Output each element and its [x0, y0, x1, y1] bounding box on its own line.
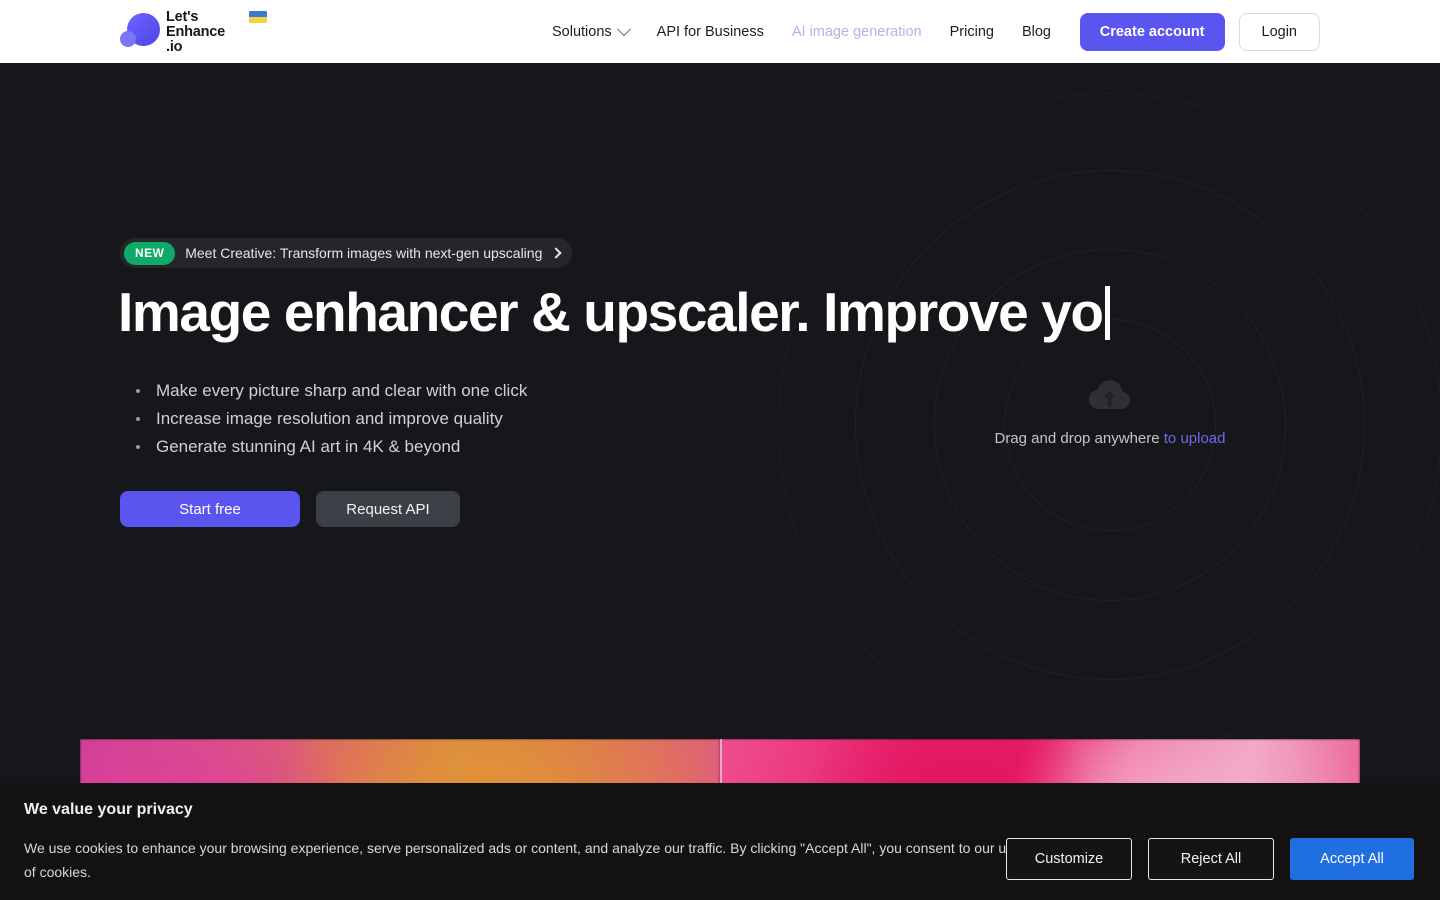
login-button[interactable]: Login: [1238, 12, 1320, 51]
headline-part-1: Image enhancer & upscaler.: [118, 281, 811, 343]
logo-wordmark: Let's Enhance .io: [166, 9, 267, 55]
nav-label-pricing: Pricing: [949, 23, 994, 40]
logo-line-2: Enhance: [166, 24, 226, 40]
nav-item-ai-image-generation[interactable]: AI image generation: [792, 24, 922, 40]
nav-label-ai-image-generation: AI image generation: [791, 23, 922, 40]
dropzone-label: Drag and drop anywhere: [994, 430, 1160, 447]
request-api-button[interactable]: Request API: [316, 491, 460, 527]
main-navigation: Solutions API for Business AI image gene…: [552, 0, 1079, 63]
nav-label-api-for-business: API for Business: [656, 23, 764, 40]
list-item: Increase image resolution and improve qu…: [130, 405, 527, 433]
page-title: Image enhancer & upscaler. Improve yo: [118, 281, 1110, 343]
upload-dropzone[interactable]: Drag and drop anywhere to upload: [940, 378, 1280, 447]
hero-section: NEW Meet Creative: Transform images with…: [0, 63, 1440, 900]
nav-label-blog: Blog: [1021, 23, 1051, 40]
site-header: Let's Enhance .io Solutions API for Busi…: [0, 0, 1440, 63]
accept-all-cookies-button[interactable]: Accept All: [1290, 838, 1414, 880]
create-account-button[interactable]: Create account: [1079, 12, 1225, 51]
chevron-right-icon: [550, 247, 563, 259]
list-item: Make every picture sharp and clear with …: [130, 377, 527, 405]
reject-all-cookies-button[interactable]: Reject All: [1148, 838, 1274, 880]
nav-label-solutions: Solutions: [552, 23, 612, 40]
chevron-down-icon: [616, 21, 631, 36]
logo[interactable]: Let's Enhance .io: [120, 7, 267, 57]
announcement-text: Meet Creative: Transform images with nex…: [185, 245, 543, 261]
cookie-consent-banner: We value your privacy We use cookies to …: [0, 783, 1440, 900]
logo-line-1: Let's: [166, 9, 199, 25]
header-actions: Create account Login: [1079, 0, 1320, 63]
cookie-banner-actions: Customize Reject All Accept All: [1006, 838, 1414, 880]
nav-item-pricing[interactable]: Pricing: [950, 24, 994, 40]
ukraine-flag-icon: [249, 11, 267, 23]
logo-mark-icon: [120, 9, 164, 53]
customize-cookies-button[interactable]: Customize: [1006, 838, 1132, 880]
dropzone-text: Drag and drop anywhere to upload: [994, 430, 1225, 447]
cta-row: Start free Request API: [120, 491, 460, 527]
list-item: Generate stunning AI art in 4K & beyond: [130, 433, 527, 461]
cookie-banner-body: We use cookies to enhance your browsing …: [24, 840, 1021, 880]
logo-circle-small: [120, 31, 136, 47]
upload-link[interactable]: to upload: [1164, 430, 1226, 447]
new-badge: NEW: [124, 241, 176, 265]
start-free-button[interactable]: Start free: [120, 491, 300, 527]
cookie-banner-title: We value your privacy: [24, 801, 193, 818]
feature-list: Make every picture sharp and clear with …: [130, 377, 527, 461]
announcement-banner[interactable]: NEW Meet Creative: Transform images with…: [120, 238, 573, 268]
cloud-upload-icon: [1089, 380, 1130, 409]
typing-caret: [1104, 286, 1110, 340]
headline-part-2: Improve yo: [823, 281, 1104, 343]
logo-line-3: .io: [166, 39, 183, 55]
nav-item-solutions[interactable]: Solutions: [552, 21, 631, 40]
nav-item-blog[interactable]: Blog: [1022, 24, 1051, 40]
nav-item-api-for-business[interactable]: API for Business: [657, 24, 764, 40]
